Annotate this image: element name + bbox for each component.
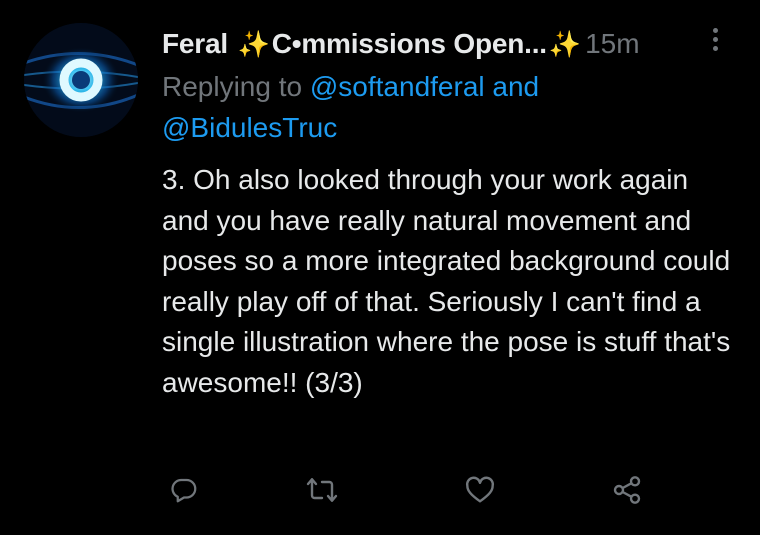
reply-button[interactable] [164,470,204,510]
display-name[interactable]: Feral ✨C•mmissions Open...✨ [162,28,583,60]
retweet-button[interactable] [302,470,342,510]
more-options-icon[interactable] [710,28,720,58]
sparkles-icon: ✨ [548,29,582,59]
like-button[interactable] [460,470,500,510]
share-icon [613,476,641,504]
timestamp[interactable]: 15m [585,28,639,60]
share-button[interactable] [607,470,647,510]
avatar[interactable] [24,23,138,137]
tweet-actions [160,470,660,510]
sparkles-icon: ✨ [237,29,270,59]
tweet-header: Feral ✨C•mmissions Open...✨ 15m [162,22,742,66]
tweet-body: 3. Oh also looked through your work agai… [162,164,731,398]
retweet-icon [306,478,338,502]
heart-icon [465,476,495,503]
reply-icon [171,478,197,503]
replying-to-label: Replying to [162,71,310,102]
mention-link-bidulestruc[interactable]: @BidulesTruc [162,112,337,143]
display-name-text-2: C•mmissions Open... [271,28,547,59]
avatar-image [24,23,138,137]
replying-to: Replying to @softandferal and @BidulesTr… [162,66,742,148]
tweet[interactable]: Feral ✨C•mmissions Open...✨ 15m Replying… [0,0,760,535]
and-label: and [484,71,540,102]
display-name-text-1: Feral [162,28,236,59]
mention-link-softandferal[interactable]: @softandferal [310,71,485,102]
tweet-content: Feral ✨C•mmissions Open...✨ 15m Replying… [162,22,742,403]
